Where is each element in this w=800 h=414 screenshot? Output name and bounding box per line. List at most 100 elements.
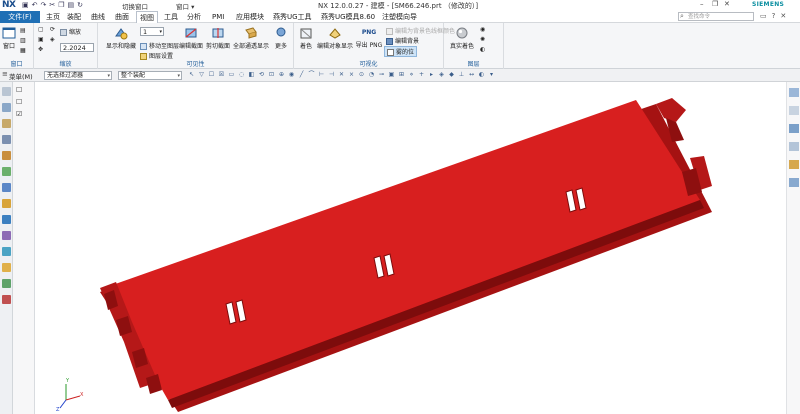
curve-snap-icon[interactable]: ⌒: [308, 71, 315, 79]
menu-button[interactable]: 菜单(M): [9, 71, 33, 81]
edit-object-display-button[interactable]: 编辑对象显示: [316, 26, 354, 50]
right-tool-icon-4[interactable]: [789, 142, 799, 151]
control-point-icon[interactable]: ✕: [338, 71, 345, 79]
system-scenes-icon[interactable]: [2, 279, 11, 288]
constraint-navigator-icon[interactable]: [2, 135, 11, 144]
history-icon[interactable]: [2, 199, 11, 208]
repeat-icon[interactable]: ↻: [77, 1, 83, 9]
point-on-curve-icon[interactable]: ⊸: [378, 71, 385, 79]
restore-icon[interactable]: ❐: [712, 0, 718, 8]
menu-icon[interactable]: ≡: [2, 70, 8, 78]
lighting-icon[interactable]: ✺: [480, 36, 485, 43]
tab-tools[interactable]: 工具: [164, 11, 178, 23]
more-button[interactable]: 更多: [272, 26, 290, 50]
tab-curve[interactable]: 曲线: [91, 11, 105, 23]
type-filter-select[interactable]: 无选择过滤器 ▾: [44, 71, 112, 80]
tab-home[interactable]: 主页: [46, 11, 60, 23]
dimension-icon[interactable]: ↔: [468, 71, 475, 79]
file-menu-tab[interactable]: 文件(F): [0, 11, 40, 23]
tab-applications[interactable]: 应用模块: [236, 11, 264, 23]
system-materials-icon[interactable]: [2, 215, 11, 224]
layer-select[interactable]: 1 ▾: [140, 27, 164, 36]
window-button[interactable]: 窗口: [2, 26, 16, 50]
quadrant-icon[interactable]: ◔: [368, 71, 375, 79]
wcs-icon[interactable]: ⊥: [458, 71, 465, 79]
assembly-scope-select[interactable]: 整个装配 ▾: [118, 71, 182, 80]
show-all-channels-button[interactable]: 全部通透显示: [233, 26, 269, 50]
cut-icon[interactable]: ✂: [49, 1, 55, 9]
existing-point-icon[interactable]: +: [418, 71, 425, 79]
select-arrow-icon[interactable]: ↖: [188, 71, 195, 79]
hd3d-icon[interactable]: [2, 167, 11, 176]
deselect-icon[interactable]: ☒: [218, 71, 225, 79]
tab-view[interactable]: 视图: [136, 11, 158, 23]
orient-icon[interactable]: ◈: [50, 36, 55, 43]
right-tool-icon-2[interactable]: [789, 106, 799, 115]
web-browser-icon[interactable]: [2, 183, 11, 192]
tab-assembly[interactable]: 装配: [67, 11, 81, 23]
save-icon[interactable]: ▣: [22, 1, 29, 9]
edit-section-button[interactable]: 编辑截面: [178, 26, 204, 50]
window-close-icon[interactable]: ✕: [780, 12, 786, 20]
edit-background-button[interactable]: 编辑背景: [386, 36, 419, 45]
region-icon[interactable]: ▭: [228, 71, 235, 79]
roles-icon[interactable]: [2, 263, 11, 272]
reuse-library-icon[interactable]: [2, 151, 11, 160]
pole-icon[interactable]: ⋄: [408, 71, 415, 79]
graphics-window[interactable]: X Y Z: [36, 82, 786, 414]
show-hide-button[interactable]: 显示和隐藏: [104, 26, 138, 50]
select-all-icon[interactable]: ☐: [208, 71, 215, 79]
right-tool-icon-6[interactable]: [789, 178, 799, 187]
layer-visible-icon[interactable]: ◐: [478, 71, 485, 79]
window-menu[interactable]: 窗口 ▾: [176, 1, 194, 11]
tab-yanxiu-mold[interactable]: 燕秀UG模具8.60: [321, 11, 375, 23]
rotate-icon[interactable]: ⟳: [50, 26, 55, 33]
right-tool-icon-3[interactable]: [789, 124, 799, 133]
line-snap-icon[interactable]: ╱: [298, 71, 305, 79]
paste-icon[interactable]: ▤: [68, 1, 75, 9]
panel-checkbox-3[interactable]: ☑: [16, 110, 22, 118]
close-icon[interactable]: ✕: [724, 0, 730, 8]
move-to-layer-button[interactable]: 移动至图层: [140, 41, 179, 50]
zoom-view-icon[interactable]: ⊕: [278, 71, 285, 79]
tile-icon[interactable]: ▤: [20, 27, 26, 34]
redo-icon[interactable]: ↷: [41, 1, 47, 9]
undo-icon[interactable]: ↶: [32, 1, 38, 9]
clip-section-button[interactable]: 剪切截面: [205, 26, 231, 50]
fit-icon[interactable]: ▢: [38, 26, 44, 33]
cube-icon[interactable]: ◧: [248, 71, 255, 79]
minimize-icon[interactable]: –: [700, 0, 704, 8]
rotate-view-icon[interactable]: ⟲: [258, 71, 265, 79]
switch-window-button[interactable]: 切换窗口: [122, 1, 148, 11]
tab-surface[interactable]: 曲面: [115, 11, 129, 23]
copy-icon[interactable]: ❐: [58, 1, 64, 9]
right-tool-icon-1[interactable]: [789, 88, 799, 97]
export-png-button[interactable]: PNG 导出 PNG: [354, 26, 384, 49]
panel-checkbox-1[interactable]: ☐: [16, 86, 22, 94]
settings-icon[interactable]: [2, 87, 11, 96]
mold-wizard-icon[interactable]: [2, 295, 11, 304]
lasso-icon[interactable]: ◌: [238, 71, 245, 79]
intersection-icon[interactable]: ⨯: [348, 71, 355, 79]
settings-more-icon[interactable]: ▾: [488, 71, 495, 79]
eye-icon[interactable]: ◉: [288, 71, 295, 79]
point-on-face-icon[interactable]: ▣: [388, 71, 395, 79]
shading-button[interactable]: 着色: [296, 26, 316, 50]
scene-icon[interactable]: ◐: [480, 46, 485, 53]
tab-analysis[interactable]: 分析: [187, 11, 201, 23]
panel-checkbox-2[interactable]: ☐: [16, 98, 22, 106]
help-icon[interactable]: ?: [772, 12, 776, 20]
filter-icon[interactable]: ▽: [198, 71, 205, 79]
manufacturing-wizards-icon[interactable]: [2, 247, 11, 256]
tab-mold-wizard[interactable]: 注塑模向导: [382, 11, 417, 23]
endpoint-icon[interactable]: ⊣: [328, 71, 335, 79]
command-search-input[interactable]: ⌕ 查找命令: [678, 12, 754, 21]
midpoint-icon[interactable]: ⊢: [318, 71, 325, 79]
center-icon[interactable]: ⊙: [358, 71, 365, 79]
zoom-area-icon[interactable]: ▣: [38, 36, 44, 43]
true-color-button[interactable]: 真实着色: [448, 26, 476, 50]
right-tool-icon-5[interactable]: [789, 160, 799, 169]
fit-view-icon[interactable]: ⊡: [268, 71, 275, 79]
assembly-navigator-icon[interactable]: [2, 119, 11, 128]
pan-icon[interactable]: ✥: [38, 46, 43, 53]
